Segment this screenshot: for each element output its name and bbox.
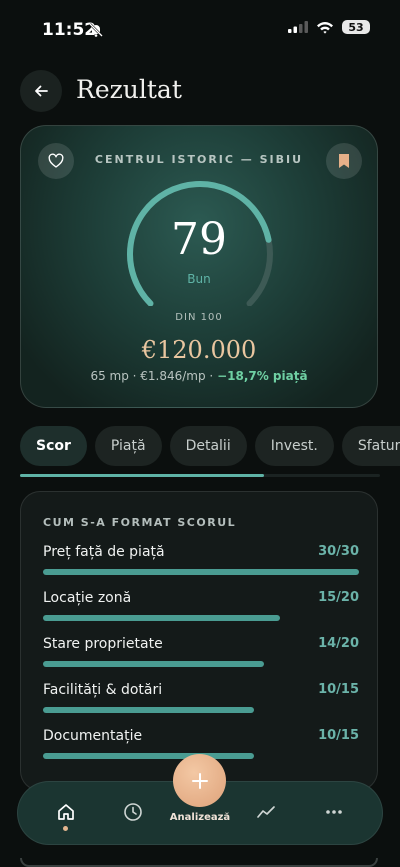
nav-trends[interactable] <box>251 797 281 827</box>
score-grade: Bun <box>187 272 211 286</box>
criterion-score: 14/20 <box>318 636 359 651</box>
criterion-label: Documentație <box>43 728 143 744</box>
signal-icon <box>288 21 308 33</box>
tab-bar: Scor Piață Detalii Invest. Sfaturi <box>20 426 400 466</box>
tab-sfaturi[interactable]: Sfaturi <box>341 426 400 466</box>
page-title: Rezultat <box>76 75 182 104</box>
area-price-info: 65 mp · €1.846/mp · <box>90 369 218 383</box>
home-indicator <box>20 858 378 867</box>
tab-scor[interactable]: Scor <box>20 426 87 466</box>
nav-more[interactable] <box>319 797 349 827</box>
tab-invest[interactable]: Invest. <box>254 426 334 466</box>
criterion-score: 10/15 <box>318 728 359 743</box>
more-icon <box>326 810 342 814</box>
criterion-label: Preț față de piață <box>43 544 165 560</box>
back-button[interactable] <box>20 70 62 112</box>
criterion-score: 30/30 <box>318 544 359 559</box>
criterion-bar <box>43 569 359 575</box>
tab-detalii[interactable]: Detalii <box>169 426 247 466</box>
trend-chart-icon <box>257 806 275 818</box>
criterion-bar <box>43 661 264 667</box>
criterion-bar <box>43 707 254 713</box>
criterion-bar <box>43 753 254 759</box>
criterion-score: 10/15 <box>318 682 359 697</box>
analyze-button[interactable] <box>173 754 226 807</box>
active-tab-dot <box>63 826 68 831</box>
score-value: 79 <box>171 214 227 265</box>
nav-home[interactable] <box>51 797 81 827</box>
tab-scroll-indicator <box>20 474 264 477</box>
home-icon <box>58 804 74 820</box>
analyze-label: Analizează <box>169 812 231 823</box>
criterion-bar <box>43 615 280 621</box>
property-details: 65 mp · €1.846/mp · −18,7% piață <box>21 369 377 383</box>
score-breakdown-card: CUM S-A FORMAT SCORUL Preț față de piață… <box>20 491 378 791</box>
battery-indicator: 53 <box>342 20 370 34</box>
plus-icon <box>191 772 208 789</box>
status-indicators: 53 <box>288 20 370 34</box>
result-summary-card: CENTRUL ISTORIC — SIBIU 79 Bun DIN 100 €… <box>20 125 378 408</box>
tab-piata[interactable]: Piață <box>94 426 162 466</box>
property-price: €120.000 <box>141 336 257 364</box>
criterion-label: Locație zonă <box>43 590 132 606</box>
criterion-label: Stare proprietate <box>43 636 163 652</box>
criterion-label: Facilități & dotări <box>43 682 163 698</box>
criterion-score: 15/20 <box>318 590 359 605</box>
nav-history[interactable] <box>118 797 148 827</box>
score-max-label: DIN 100 <box>175 312 223 323</box>
bell-muted-icon <box>88 22 104 42</box>
wifi-icon <box>317 21 333 34</box>
market-difference: −18,7% piață <box>217 369 308 383</box>
breakdown-title: CUM S-A FORMAT SCORUL <box>43 516 237 529</box>
arrow-left-icon <box>35 85 48 97</box>
property-location: CENTRUL ISTORIC — SIBIU <box>94 153 304 166</box>
clock-icon <box>124 803 142 821</box>
